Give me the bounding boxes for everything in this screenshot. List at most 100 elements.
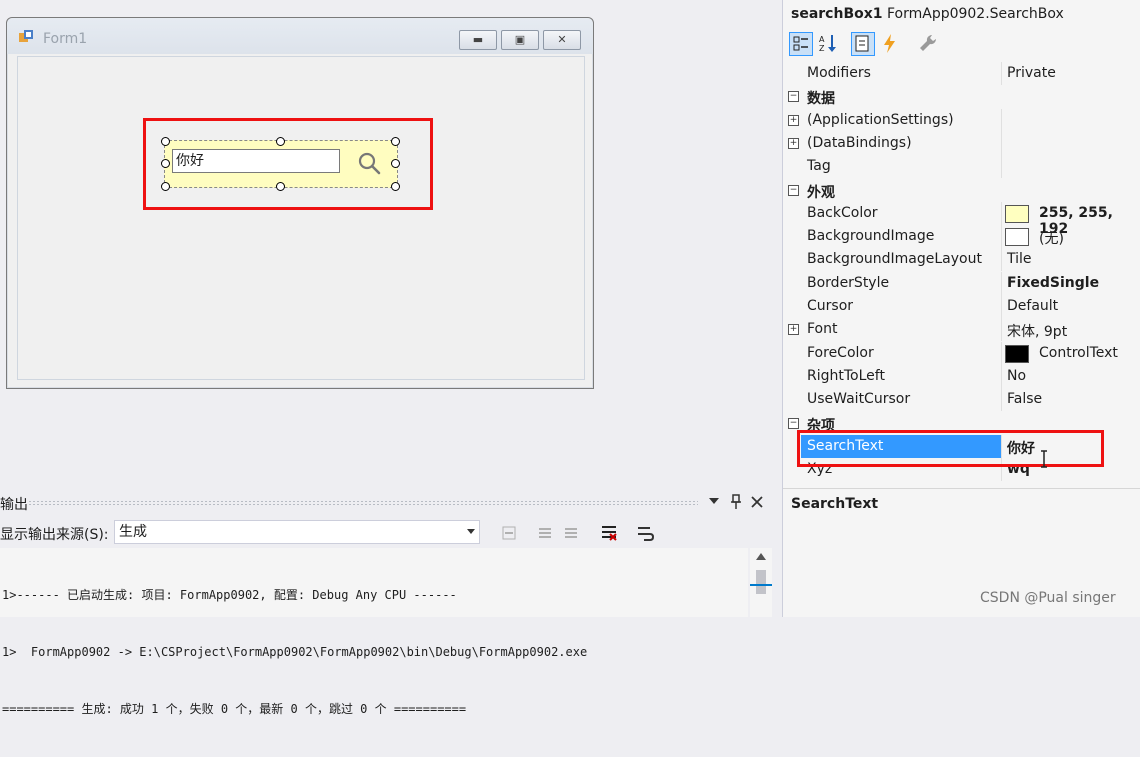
property-name: Cursor — [807, 298, 854, 314]
property-name: RightToLeft — [807, 367, 885, 384]
output-panel: 输出 显示输出来源(S): 生成 1>------ 已启动生成: 项目: For… — [0, 488, 772, 716]
scroll-thumb[interactable] — [756, 570, 766, 594]
go-to-message-icon[interactable] — [500, 524, 518, 542]
clear-all-icon[interactable] — [600, 524, 618, 542]
property-name: Font — [807, 321, 838, 338]
maximize-button[interactable]: ▣ — [501, 30, 539, 50]
output-line: ========== 生成: 成功 1 个，失败 0 个，最新 0 个，跳过 0… — [2, 702, 467, 716]
property-row[interactable]: + Font 宋体, 9pt — [783, 318, 1140, 342]
property-row[interactable]: BackColor 255, 255, 192 — [783, 201, 1140, 237]
property-row[interactable]: Tag — [783, 155, 1140, 179]
highlight-frame-searchtext — [797, 430, 1104, 467]
close-button[interactable]: ✕ — [543, 30, 581, 50]
property-value[interactable]: 宋体, 9pt — [1007, 321, 1067, 341]
column-divider — [1001, 388, 1002, 412]
expand-icon[interactable]: + — [788, 114, 799, 126]
property-value[interactable]: FixedSingle — [1007, 275, 1099, 291]
panel-splitter[interactable] — [772, 0, 782, 617]
column-divider — [1001, 271, 1002, 295]
properties-panel: searchBox1 FormApp0902.SearchBox AZ Modi… — [782, 0, 1140, 617]
collapse-icon[interactable]: − — [788, 417, 799, 429]
output-scrollbar[interactable] — [750, 548, 772, 617]
expand-icon[interactable]: + — [788, 324, 799, 336]
properties-toolbar: AZ — [783, 28, 1140, 58]
column-divider — [1001, 248, 1002, 272]
resize-handle-w[interactable] — [161, 159, 170, 168]
column-divider — [1001, 62, 1002, 85]
column-divider — [1001, 318, 1002, 342]
resize-handle-n[interactable] — [276, 137, 285, 146]
property-value[interactable]: Tile — [1007, 251, 1032, 267]
property-name: 数据 — [807, 91, 835, 108]
property-category[interactable]: − 数据 — [783, 85, 1140, 108]
property-name: Modifiers — [807, 65, 871, 81]
close-icon[interactable] — [751, 496, 763, 508]
property-row[interactable]: + (ApplicationSettings) — [783, 108, 1140, 132]
scroll-up-icon[interactable] — [756, 553, 766, 560]
property-row[interactable]: Cursor Default — [783, 295, 1140, 318]
text-cursor-icon — [1041, 450, 1047, 468]
property-name: BorderStyle — [807, 274, 890, 291]
form-client-area[interactable] — [17, 56, 585, 380]
form-title-bar[interactable]: Form1 ▬ ▣ ✕ — [7, 18, 593, 54]
property-row[interactable]: RightToLeft No — [783, 364, 1140, 388]
expand-icon[interactable]: + — [788, 137, 799, 149]
categorized-icon[interactable] — [789, 32, 813, 56]
object-name: searchBox1 — [791, 6, 883, 22]
resize-handle-e[interactable] — [391, 159, 400, 168]
property-row[interactable]: ForeColor ControlText — [783, 341, 1140, 365]
property-name: Tag — [807, 158, 831, 175]
events-lightning-icon[interactable] — [879, 32, 901, 54]
output-line: 1>------ 已启动生成: 项目: FormApp0902, 配置: Deb… — [2, 588, 457, 602]
pin-icon[interactable] — [730, 494, 742, 510]
color-swatch — [1005, 228, 1029, 247]
property-name: BackgroundImageLayout — [807, 251, 982, 268]
output-drag-bar[interactable] — [28, 500, 698, 506]
resize-handle-s[interactable] — [276, 182, 285, 191]
property-name: 外观 — [807, 184, 835, 201]
resize-handle-se[interactable] — [391, 182, 400, 191]
property-name: ForeColor — [807, 344, 874, 361]
minimize-button[interactable]: ▬ — [459, 30, 497, 50]
output-source-select[interactable]: 生成 — [114, 520, 480, 544]
property-name: (DataBindings) — [807, 134, 912, 151]
resize-handle-ne[interactable] — [391, 137, 400, 146]
word-wrap-icon[interactable] — [636, 524, 654, 542]
resize-handle-nw[interactable] — [161, 137, 170, 146]
search-icon[interactable] — [356, 150, 382, 176]
property-pages-wrench-icon[interactable] — [917, 32, 939, 54]
form-title: Form1 — [43, 31, 88, 47]
output-text-area[interactable]: 1>------ 已启动生成: 项目: FormApp0902, 配置: Deb… — [0, 548, 748, 716]
color-swatch — [1005, 344, 1029, 363]
alphabetical-icon[interactable]: AZ — [817, 32, 839, 54]
resize-handle-sw[interactable] — [161, 182, 170, 191]
property-row[interactable]: BorderStyle FixedSingle — [783, 271, 1140, 295]
property-name: BackColor — [807, 204, 878, 221]
collapse-icon[interactable]: − — [788, 91, 799, 103]
property-category[interactable]: − 外观 — [783, 179, 1140, 202]
collapse-icon[interactable]: − — [788, 184, 799, 196]
next-message-icon[interactable] — [562, 524, 580, 542]
property-value[interactable]: Private — [1007, 65, 1056, 81]
property-value[interactable]: Default — [1007, 298, 1058, 314]
property-value[interactable]: ControlText — [1039, 345, 1118, 361]
property-row[interactable]: Modifiers Private — [783, 62, 1140, 85]
object-type: FormApp0902.SearchBox — [886, 6, 1064, 22]
designer-surface[interactable]: Form1 ▬ ▣ ✕ 你好 — [0, 0, 772, 488]
property-row[interactable]: + (DataBindings) — [783, 131, 1140, 155]
property-row[interactable]: BackgroundImage (无) — [783, 225, 1140, 249]
property-name: UseWaitCursor — [807, 391, 911, 408]
object-selector[interactable]: searchBox1 FormApp0902.SearchBox — [791, 6, 1064, 22]
property-value[interactable]: No — [1007, 368, 1026, 384]
property-row[interactable]: UseWaitCursor False — [783, 388, 1140, 412]
property-row[interactable]: BackgroundImageLayout Tile — [783, 248, 1140, 272]
property-value[interactable]: (无) — [1039, 228, 1064, 248]
previous-message-icon[interactable] — [536, 524, 554, 542]
dropdown-arrow-icon[interactable] — [709, 498, 719, 506]
properties-view-icon[interactable] — [851, 32, 875, 56]
search-input[interactable]: 你好 — [172, 149, 340, 173]
form-icon — [19, 30, 33, 42]
description-divider — [783, 488, 1140, 489]
property-value[interactable]: False — [1007, 391, 1042, 407]
description-title: SearchText — [791, 496, 879, 512]
